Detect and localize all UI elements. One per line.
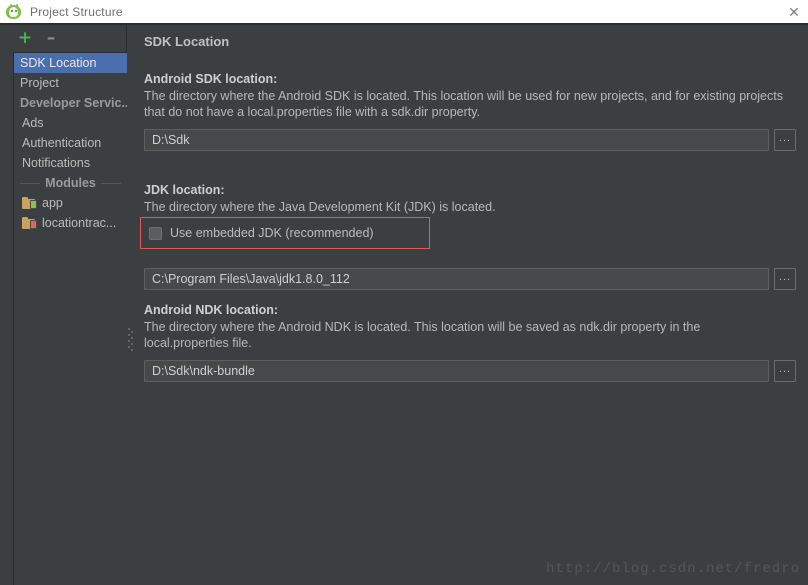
sidebar-group-developer-services[interactable]: Developer Servic... bbox=[14, 93, 127, 113]
android-ndk-location-field-row: D:\Sdk\ndk-bundle ... bbox=[144, 360, 796, 382]
watermark-text: http://blog.csdn.net/fredro bbox=[546, 561, 800, 577]
jdk-browse-button[interactable]: ... bbox=[774, 268, 796, 290]
module-library-label: locationtrac... bbox=[42, 216, 117, 230]
section-android-sdk-location: Android SDK location: The directory wher… bbox=[144, 72, 799, 151]
close-icon[interactable]: ✕ bbox=[785, 3, 803, 20]
android-ndk-location-description: The directory where the Android NDK is l… bbox=[144, 320, 701, 350]
content-panel: SDK Location Android SDK location: The d… bbox=[136, 25, 808, 585]
sidebar-item-project[interactable]: Project bbox=[14, 73, 127, 93]
android-sdk-location-input[interactable]: D:\Sdk bbox=[144, 129, 769, 151]
jdk-location-field-row: C:\Program Files\Java\jdk1.8.0_112 ... bbox=[144, 268, 796, 290]
use-embedded-jdk-annotation-box: Use embedded JDK (recommended) bbox=[140, 217, 430, 249]
sidebar-item-ads[interactable]: Ads bbox=[14, 113, 127, 133]
window-title: Project Structure bbox=[30, 4, 123, 19]
title-bar: Project Structure ✕ bbox=[0, 0, 808, 23]
remove-module-button[interactable]: – bbox=[40, 28, 62, 48]
module-app-label: app bbox=[42, 196, 63, 210]
sidebar-list: SDK Location Project Developer Servic...… bbox=[13, 52, 127, 585]
android-sdk-location-description: The directory where the Android SDK is l… bbox=[144, 89, 783, 119]
add-module-button[interactable]: + bbox=[14, 28, 36, 48]
android-ndk-location-label: Android NDK location: bbox=[144, 303, 279, 317]
android-ndk-browse-button[interactable]: ... bbox=[774, 360, 796, 382]
jdk-location-label: JDK location: bbox=[144, 183, 225, 197]
sidebar-item-authentication[interactable]: Authentication bbox=[14, 133, 127, 153]
splitter-handle[interactable] bbox=[128, 328, 133, 354]
section-jdk-location: JDK location: The directory where the Ja… bbox=[144, 183, 799, 215]
use-embedded-jdk-checkbox[interactable] bbox=[149, 226, 162, 240]
sidebar: + – SDK Location Project Developer Servi… bbox=[0, 25, 127, 585]
jdk-location-input[interactable]: C:\Program Files\Java\jdk1.8.0_112 bbox=[144, 268, 769, 290]
sidebar-item-sdk-location[interactable]: SDK Location bbox=[14, 53, 127, 73]
sidebar-item-module-locationtracker[interactable]: locationtrac... bbox=[14, 213, 127, 233]
page-title: SDK Location bbox=[144, 34, 230, 49]
dialog-body: + – SDK Location Project Developer Servi… bbox=[0, 25, 808, 585]
sidebar-modules-label: Modules bbox=[45, 176, 96, 190]
android-sdk-browse-button[interactable]: ... bbox=[774, 129, 796, 151]
android-ndk-location-input[interactable]: D:\Sdk\ndk-bundle bbox=[144, 360, 769, 382]
jdk-location-description: The directory where the Java Development… bbox=[144, 200, 496, 214]
sidebar-item-notifications[interactable]: Notifications bbox=[14, 153, 127, 173]
sidebar-toolbar: + – bbox=[0, 25, 126, 51]
section-android-ndk-location: Android NDK location: The directory wher… bbox=[144, 303, 799, 382]
android-sdk-location-label: Android SDK location: bbox=[144, 72, 278, 86]
module-app-icon bbox=[22, 196, 37, 210]
sidebar-item-module-app[interactable]: app bbox=[14, 193, 127, 213]
sidebar-modules-separator: Modules bbox=[14, 173, 127, 193]
module-library-icon bbox=[22, 216, 37, 230]
android-sdk-location-field-row: D:\Sdk ... bbox=[144, 129, 796, 151]
android-head-icon bbox=[6, 3, 22, 20]
use-embedded-jdk-label[interactable]: Use embedded JDK (recommended) bbox=[170, 226, 374, 240]
